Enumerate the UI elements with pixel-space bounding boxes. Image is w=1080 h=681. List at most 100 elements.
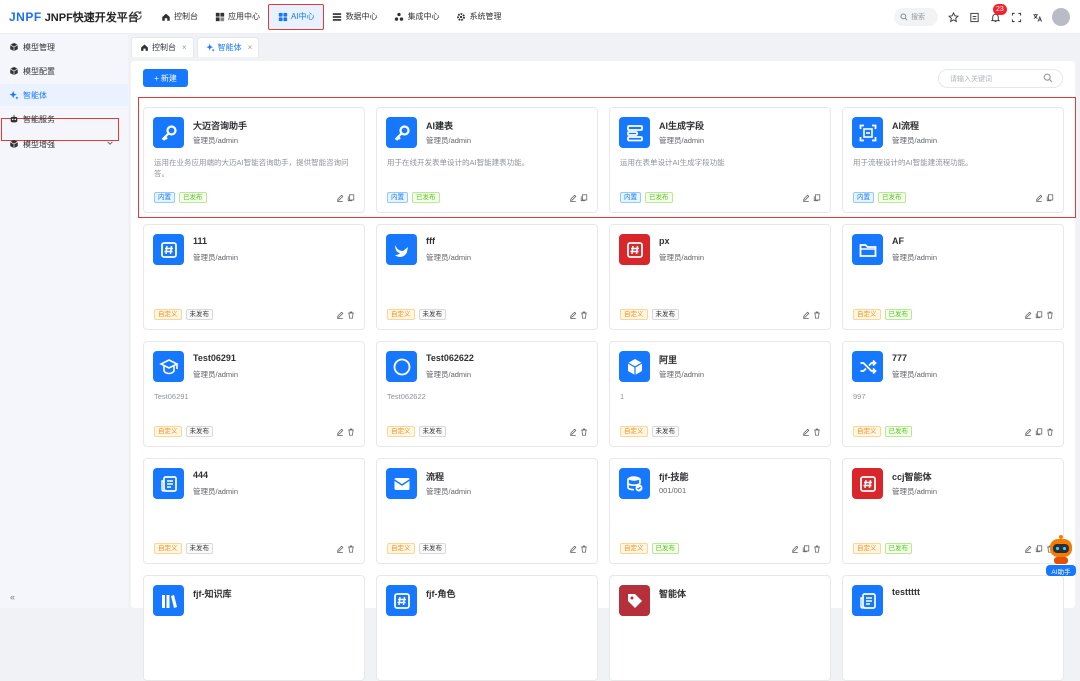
nav-item-0[interactable]: 控制台 [152, 4, 206, 30]
edit-icon[interactable] [569, 311, 577, 319]
nav-item-label: 系统管理 [469, 12, 502, 21]
trash-icon[interactable] [1046, 428, 1054, 436]
agent-card[interactable]: AI建表 管理员/admin 用于在线开发表单设计的AI智能建表功能。 内置 已发布 [376, 107, 598, 213]
agent-card[interactable]: AI流程 管理员/admin 用于流程设计的AI智能建流程功能。 内置 已发布 [842, 107, 1064, 213]
copy-icon[interactable] [1035, 545, 1043, 553]
edit-icon[interactable] [569, 194, 577, 202]
global-search[interactable]: 搜索 [894, 8, 938, 26]
agent-card[interactable]: 阿里 管理员/admin 1 自定义 未发布 [609, 341, 831, 447]
status-badge: 未发布 [651, 426, 679, 437]
edit-icon[interactable] [336, 194, 344, 202]
edit-icon[interactable] [336, 545, 344, 553]
edit-icon[interactable] [802, 311, 810, 319]
edit-icon[interactable] [802, 428, 810, 436]
sidebar-item-2[interactable]: 智能体 [0, 84, 128, 106]
top-right-tools: 搜索 23 [894, 0, 1070, 34]
sidebar-item-label: 模型管理 [23, 42, 55, 52]
nav-item-4[interactable]: 集成中心 [386, 4, 448, 30]
trash-icon[interactable] [347, 545, 355, 553]
edit-icon[interactable] [336, 311, 344, 319]
agent-card[interactable]: fff 管理员/admin 自定义 未发布 [376, 224, 598, 330]
agent-tags: 自定义 未发布 [620, 309, 679, 320]
new-agent-button[interactable]: + 新建 [143, 69, 188, 87]
copy-icon[interactable] [1035, 428, 1043, 436]
agent-card[interactable]: AF 管理员/admin 自定义 已发布 [842, 224, 1064, 330]
chevron-down-icon [106, 139, 114, 149]
trash-icon[interactable] [813, 311, 821, 319]
edit-icon[interactable] [1035, 194, 1043, 202]
refresh-icon[interactable] [132, 10, 146, 24]
star-icon[interactable] [947, 11, 959, 23]
agent-card[interactable]: px 管理员/admin 自定义 未发布 [609, 224, 831, 330]
nav-item-2[interactable]: AI中心 [268, 3, 324, 30]
copy-icon[interactable] [347, 194, 355, 202]
trash-icon[interactable] [347, 428, 355, 436]
agent-card[interactable]: 流程 管理员/admin 自定义 未发布 [376, 458, 598, 564]
tab-label: 控制台 [152, 43, 176, 52]
sidebar-item-0[interactable]: 模型管理 [0, 36, 128, 58]
bird-icon [386, 234, 417, 265]
edit-icon[interactable] [1024, 428, 1032, 436]
agent-card[interactable]: testtttt [842, 575, 1064, 681]
copy-icon[interactable] [813, 194, 821, 202]
agent-card[interactable]: 智能体 [609, 575, 831, 681]
agent-card[interactable]: 444 管理员/admin 自定义 未发布 [143, 458, 365, 564]
ai-assistant-button[interactable]: AI助手 [1046, 534, 1076, 576]
agent-card[interactable]: fjf-知识库 [143, 575, 365, 681]
trash-icon[interactable] [580, 311, 588, 319]
copy-icon[interactable] [1046, 194, 1054, 202]
keyword-search-input[interactable]: 请输入关键词 [938, 69, 1063, 88]
card-actions [1035, 194, 1054, 202]
nav-item-1[interactable]: 应用中心 [206, 4, 268, 30]
nav-item-5[interactable]: 系统管理 [448, 4, 510, 30]
trash-icon[interactable] [813, 545, 821, 553]
copy-icon[interactable] [580, 194, 588, 202]
sidebar-item-4[interactable]: 模型增强 [0, 133, 128, 155]
agent-card[interactable]: ccj智能体 管理员/admin 自定义 已发布 [842, 458, 1064, 564]
agent-card[interactable]: 111 管理员/admin 自定义 未发布 [143, 224, 365, 330]
agent-card[interactable]: Test062622 管理员/admin Test062622 自定义 未发布 [376, 341, 598, 447]
agent-card[interactable]: AI生成字段 管理员/admin 运用在表单设计AI生成字段功能 内置 已发布 [609, 107, 831, 213]
trash-icon[interactable] [813, 428, 821, 436]
trash-icon[interactable] [580, 545, 588, 553]
status-badge: 未发布 [185, 426, 213, 437]
copy-icon[interactable] [802, 545, 810, 553]
agent-card[interactable]: 777 管理员/admin 997 自定义 已发布 [842, 341, 1064, 447]
agent-card[interactable]: Test06291 管理员/admin Test06291 自定义 未发布 [143, 341, 365, 447]
edit-icon[interactable] [1024, 311, 1032, 319]
document-icon[interactable] [968, 11, 980, 23]
sidebar-item-1[interactable]: 模型配置 [0, 60, 128, 82]
collapse-sidebar-icon[interactable]: « [10, 592, 15, 602]
agent-tags: 自定义 未发布 [620, 426, 679, 437]
bell-icon[interactable]: 23 [989, 4, 1007, 23]
close-icon[interactable]: × [182, 43, 187, 52]
edit-icon[interactable] [802, 194, 810, 202]
agent-card[interactable]: 大迈咨询助手 管理员/admin 运用在业务应用端的大迈AI智能咨询助手，提供智能咨… [143, 107, 365, 213]
status-badge: 自定义 [620, 309, 648, 320]
copy-icon[interactable] [1035, 311, 1043, 319]
app-logo[interactable]: JNPF JNPF快速开发平台 [0, 9, 139, 25]
agent-card[interactable]: fjf-角色 [376, 575, 598, 681]
sidebar-item-label: 模型配置 [23, 66, 55, 76]
edit-icon[interactable] [336, 428, 344, 436]
agent-card[interactable]: fjf-技能 001/001 自定义 已发布 [609, 458, 831, 564]
fullscreen-icon[interactable] [1010, 11, 1022, 23]
edit-icon[interactable] [791, 545, 799, 553]
trash-icon[interactable] [1046, 311, 1054, 319]
tab-1[interactable]: 智能体 × [196, 37, 260, 57]
tab-0[interactable]: 控制台 × [131, 37, 194, 57]
edit-icon[interactable] [1024, 545, 1032, 553]
edit-icon[interactable] [569, 428, 577, 436]
close-icon[interactable]: × [248, 43, 253, 52]
sidebar-item-3[interactable]: 智能服务 [0, 108, 128, 130]
trash-icon[interactable] [580, 428, 588, 436]
agent-creator: 管理员/admin [426, 136, 472, 145]
trash-icon[interactable] [347, 311, 355, 319]
user-avatar[interactable] [1052, 8, 1070, 26]
edit-icon[interactable] [569, 545, 577, 553]
agent-creator: 管理员/admin [426, 487, 472, 496]
agent-tags: 内置 已发布 [620, 192, 673, 203]
translate-icon[interactable] [1031, 11, 1043, 23]
nav-item-3[interactable]: 数据中心 [324, 4, 386, 30]
tab-label: 智能体 [217, 43, 242, 52]
